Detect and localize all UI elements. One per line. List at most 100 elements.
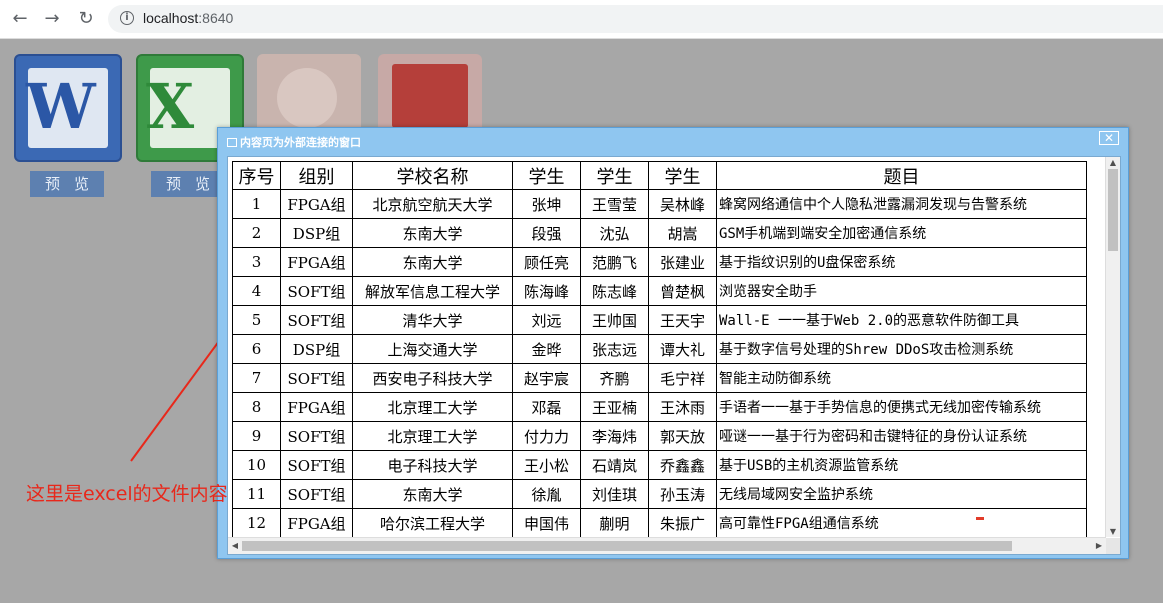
table-cell: Wall-E 一一基于Web 2.0的恶意软件防御工具 <box>716 305 1087 335</box>
table-cell: 6 <box>232 334 281 364</box>
table-cell: 4 <box>232 276 281 306</box>
table-cell: 王帅国 <box>580 305 649 335</box>
table-cell: SOFT组 <box>280 421 353 451</box>
table-cell: 朱振广 <box>648 508 717 537</box>
table-cell: FPGA组 <box>280 189 353 219</box>
window-content: 序号 组别 学校名称 学生 学生 学生 题目 1 FPGA组 北京航空航天大学 张坤 王雪莹 吴林峰蜂… <box>227 156 1121 555</box>
popup-window: 内容页为外部连接的窗口 ✕ 序号 组别 学校名称 学生 学生 学生 题目 1 FPGA组 北京航… <box>217 127 1129 559</box>
table-cell: 9 <box>232 421 281 451</box>
table-cell: 北京航空航天大学 <box>352 189 513 219</box>
table-cell: 北京理工大学 <box>352 392 513 422</box>
table-cell: 张建业 <box>648 247 717 277</box>
table-cell: 邓磊 <box>512 392 581 422</box>
table-row: 1 FPGA组 北京航空航天大学 张坤 王雪莹 吴林峰 蜂窝网络通信中个人隐私泄露漏洞发现与… <box>232 189 1087 219</box>
table-cell: 哑谜一一基于行为密码和击键特征的身份认证系统 <box>716 421 1087 451</box>
table-cell: 电子科技大学 <box>352 450 513 480</box>
table-cell: 7 <box>232 363 281 393</box>
table-cell: 谭大礼 <box>648 334 717 364</box>
table-cell: DSP组 <box>280 334 353 364</box>
horizontal-scrollbar[interactable]: ◀ ▶ <box>228 537 1106 554</box>
table-cell: FPGA组 <box>280 392 353 422</box>
scroll-left-arrow-icon[interactable]: ◀ <box>228 541 242 550</box>
table-cell: 王沐雨 <box>648 392 717 422</box>
table-cell: 清华大学 <box>352 305 513 335</box>
scroll-right-arrow-icon[interactable]: ▶ <box>1092 541 1106 550</box>
table-cell: SOFT组 <box>280 363 353 393</box>
table-cell: 2 <box>232 218 281 248</box>
table-cell: 西安电子科技大学 <box>352 363 513 393</box>
vertical-scroll-thumb[interactable] <box>1108 169 1118 251</box>
table-cell: 蜂窝网络通信中个人隐私泄露漏洞发现与告警系统 <box>716 189 1087 219</box>
table-row: 8 FPGA组 北京理工大学 邓磊 王亚楠 王沐雨 手语者一一基于手势信息的便携式无线加密传… <box>232 392 1087 422</box>
table-cell: FPGA组 <box>280 247 353 277</box>
table-cell: 上海交通大学 <box>352 334 513 364</box>
table-cell: 李海炜 <box>580 421 649 451</box>
scroll-down-arrow-icon[interactable]: ▼ <box>1106 527 1120 536</box>
red-marker <box>976 517 984 520</box>
column-header: 学校名称 <box>352 161 513 190</box>
table-cell: 智能主动防御系统 <box>716 363 1087 393</box>
scroll-corner <box>1106 538 1120 554</box>
column-header: 组别 <box>280 161 353 190</box>
table-cell: 赵宇宸 <box>512 363 581 393</box>
column-header: 学生 <box>648 161 717 190</box>
table-cell: 齐鹏 <box>580 363 649 393</box>
table-cell: 陈志峰 <box>580 276 649 306</box>
table-row: 7 SOFT组 西安电子科技大学 赵宇宸 齐鹏 毛宁祥 智能主动防御系统 <box>232 363 1087 393</box>
table-cell: 胡嵩 <box>648 218 717 248</box>
table-cell: 8 <box>232 392 281 422</box>
table-cell: 孙玉涛 <box>648 479 717 509</box>
table-row: 5 SOFT组 清华大学 刘远 王帅国 王天宇 Wall-E 一一基于Web 2.0的恶意软… <box>232 305 1087 335</box>
table-row: 12 FPGA组 哈尔滨工程大学 申国伟 蒯明 朱振广 高可靠性FPGA组通信系统 <box>232 508 1087 537</box>
table-cell: 顾任亮 <box>512 247 581 277</box>
table-cell: 沈弘 <box>580 218 649 248</box>
table-cell: 王天宇 <box>648 305 717 335</box>
table-cell: SOFT组 <box>280 305 353 335</box>
window-title: 内容页为外部连接的窗口 <box>240 136 361 149</box>
table-cell: SOFT组 <box>280 276 353 306</box>
table-cell: 浏览器安全助手 <box>716 276 1087 306</box>
table-row: 9 SOFT组 北京理工大学 付力力 李海炜 郭天放 哑谜一一基于行为密码和击键特征的身份认… <box>232 421 1087 451</box>
window-icon <box>227 138 237 147</box>
table-row: 3 FPGA组 东南大学 顾任亮 范鹏飞 张建业 基于指纹识别的U盘保密系统 <box>232 247 1087 277</box>
table-cell: 王雪莹 <box>580 189 649 219</box>
table-cell: FPGA组 <box>280 508 353 537</box>
table-row: 10 SOFT组 电子科技大学 王小松 石靖岚 乔鑫鑫 基于USB的主机资源监管系统 <box>232 450 1087 480</box>
table-cell: 蒯明 <box>580 508 649 537</box>
table-cell: 吴林峰 <box>648 189 717 219</box>
close-icon[interactable]: ✕ <box>1099 131 1119 145</box>
table-cell: 徐胤 <box>512 479 581 509</box>
table-cell: 段强 <box>512 218 581 248</box>
table-cell: 曾楚枫 <box>648 276 717 306</box>
table-cell: 陈海峰 <box>512 276 581 306</box>
table-cell: 哈尔滨工程大学 <box>352 508 513 537</box>
table-cell: 乔鑫鑫 <box>648 450 717 480</box>
table-cell: 12 <box>232 508 281 537</box>
table-cell: 毛宁祥 <box>648 363 717 393</box>
table-cell: 申国伟 <box>512 508 581 537</box>
table-cell: 11 <box>232 479 281 509</box>
table-cell: 王亚楠 <box>580 392 649 422</box>
table-cell: 10 <box>232 450 281 480</box>
table-cell: 解放军信息工程大学 <box>352 276 513 306</box>
table-cell: 付力力 <box>512 421 581 451</box>
table-cell: 1 <box>232 189 281 219</box>
table-cell: 金晔 <box>512 334 581 364</box>
table-cell: 范鹏飞 <box>580 247 649 277</box>
horizontal-scroll-thumb[interactable] <box>242 541 1012 551</box>
vertical-scrollbar[interactable]: ▲ ▼ <box>1105 157 1120 537</box>
table-cell: 北京理工大学 <box>352 421 513 451</box>
table-row: 2 DSP组 东南大学 段强 沈弘 胡嵩 GSM手机端到端安全加密通信系统 <box>232 218 1087 248</box>
column-header: 题目 <box>716 161 1087 190</box>
column-header: 学生 <box>580 161 649 190</box>
table-cell: SOFT组 <box>280 479 353 509</box>
table-cell: 高可靠性FPGA组通信系统 <box>716 508 1087 537</box>
column-header: 学生 <box>512 161 581 190</box>
scroll-up-arrow-icon[interactable]: ▲ <box>1106 158 1120 167</box>
table-cell: GSM手机端到端安全加密通信系统 <box>716 218 1087 248</box>
table-cell: 基于数字信号处理的Shrew DDoS攻击检测系统 <box>716 334 1087 364</box>
table-cell: 5 <box>232 305 281 335</box>
table-cell: 无线局域网安全监护系统 <box>716 479 1087 509</box>
column-header: 序号 <box>232 161 281 190</box>
table-row: 4 SOFT组 解放军信息工程大学 陈海峰 陈志峰 曾楚枫 浏览器安全助手 <box>232 276 1087 306</box>
